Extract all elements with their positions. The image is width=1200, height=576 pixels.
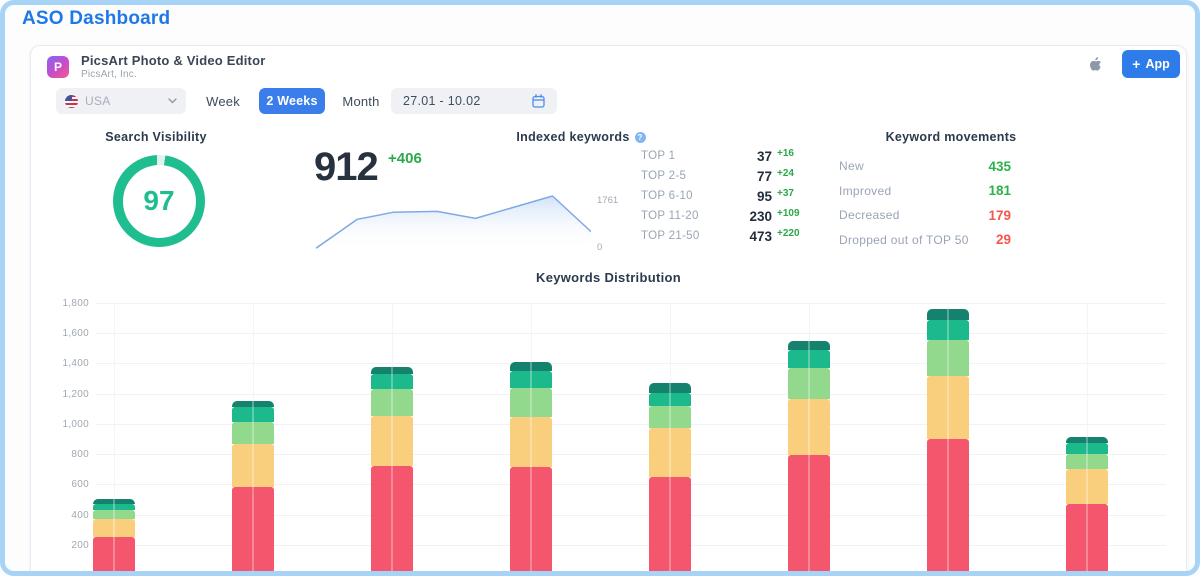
- movement-row: Improved181: [839, 179, 1011, 204]
- bar-centerline: [113, 499, 115, 575]
- movement-value: 29: [996, 232, 1011, 247]
- y-axis-tick: 400: [39, 510, 89, 521]
- bar-centerline: [530, 362, 532, 575]
- top-ranking-value: 95: [730, 189, 772, 204]
- y-axis-tick: 600: [39, 479, 89, 490]
- top-ranking-label: TOP 21-50: [641, 230, 730, 242]
- top-ranking-label: TOP 2-5: [641, 170, 730, 182]
- movement-value: 181: [988, 183, 1011, 198]
- y-axis-tick: 1,200: [39, 389, 89, 400]
- keywords-distribution-chart: 1,8001,6001,4001,2001,0008006004002000: [96, 303, 1166, 575]
- search-visibility-gauge: 97: [113, 155, 205, 247]
- top-rankings-list: TOP 137 +16 TOP 2-577 +24 TOP 6-1095 +37 TOP 1…: [641, 146, 817, 246]
- movement-label: Decreased: [839, 208, 988, 222]
- movement-row: Dropped out of TOP 5029: [839, 228, 1011, 253]
- top-ranking-row: TOP 137 +16: [641, 146, 817, 166]
- indexed-keywords-sparkline: [316, 194, 591, 252]
- indexed-keywords-value: 912: [314, 145, 378, 190]
- keyword-movements-title: Keyword movements: [821, 130, 1081, 144]
- app-publisher: PicsArt, Inc.: [81, 69, 137, 80]
- period-week[interactable]: Week: [191, 94, 255, 109]
- y-axis-tick: 200: [39, 540, 89, 551]
- gridline-h: [96, 333, 1166, 334]
- bar-centerline: [391, 367, 393, 575]
- bar-centerline: [1086, 437, 1088, 575]
- stacked-bar: [788, 341, 830, 575]
- stacked-bar: [927, 309, 969, 575]
- top-ranking-label: TOP 1: [641, 150, 730, 162]
- keywords-distribution-title: Keywords Distribution: [31, 270, 1186, 285]
- gridline-h: [96, 394, 1166, 395]
- y-axis-tick: 1,000: [39, 419, 89, 430]
- top-ranking-delta: +220: [777, 228, 817, 239]
- stacked-bar: [93, 499, 135, 575]
- period-month[interactable]: Month: [329, 94, 393, 109]
- add-app-label: App: [1145, 57, 1169, 71]
- top-ranking-row: TOP 21-50473 +220: [641, 226, 817, 246]
- top-ranking-value: 37: [730, 149, 772, 164]
- movement-value: 179: [988, 208, 1011, 223]
- app-name: PicsArt Photo & Video Editor: [81, 53, 266, 68]
- stacked-bar: [649, 383, 691, 575]
- top-ranking-value: 473: [730, 229, 772, 244]
- sparkline-min-label: 0: [597, 242, 631, 253]
- page-title: ASO Dashboard: [22, 8, 170, 30]
- bar-centerline: [252, 401, 254, 576]
- top-ranking-label: TOP 11-20: [641, 210, 730, 222]
- app-icon: P: [47, 56, 69, 78]
- movement-row: New435: [839, 154, 1011, 179]
- y-axis-tick: 0: [39, 570, 89, 576]
- stacked-bar: [371, 367, 413, 575]
- search-visibility-score: 97: [113, 155, 205, 247]
- period-toggle: Week 2 Weeks Month: [191, 88, 393, 114]
- top-ranking-value: 230: [730, 209, 772, 224]
- top-ranking-label: TOP 6-10: [641, 190, 730, 202]
- date-range-picker[interactable]: 27.01 - 10.02: [391, 88, 557, 114]
- period-2-weeks[interactable]: 2 Weeks: [259, 88, 325, 114]
- y-axis-tick: 800: [39, 449, 89, 460]
- top-ranking-delta: +24: [777, 168, 817, 179]
- gridline-h: [96, 303, 1166, 304]
- search-visibility-title: Search Visibility: [71, 130, 241, 144]
- usa-flag-icon: [65, 95, 78, 108]
- stacked-bar: [510, 362, 552, 575]
- top-ranking-delta: +109: [777, 208, 817, 219]
- stacked-bar: [232, 401, 274, 576]
- indexed-keywords-delta: +406: [388, 150, 422, 167]
- movement-label: Improved: [839, 184, 988, 198]
- y-axis-tick: 1,600: [39, 328, 89, 339]
- bar-centerline: [947, 309, 949, 575]
- indexed-keywords-title-text: Indexed keywords: [516, 130, 629, 144]
- top-ranking-row: TOP 2-577 +24: [641, 166, 817, 186]
- movement-label: New: [839, 159, 988, 173]
- stacked-bar: [1066, 437, 1108, 575]
- y-axis-tick: 1,400: [39, 358, 89, 369]
- calendar-icon: [532, 94, 545, 108]
- top-ranking-value: 77: [730, 169, 772, 184]
- country-select-value: USA: [85, 94, 168, 108]
- plus-icon: +: [1132, 57, 1140, 71]
- top-ranking-delta: +37: [777, 188, 817, 199]
- top-ranking-delta: +16: [777, 148, 817, 159]
- info-icon[interactable]: ?: [635, 132, 646, 143]
- bar-centerline: [808, 341, 810, 575]
- date-range-value: 27.01 - 10.02: [403, 94, 532, 108]
- bar-centerline: [669, 383, 671, 575]
- y-axis-tick: 1,800: [39, 298, 89, 309]
- dashboard-card: P PicsArt Photo & Video Editor PicsArt, …: [30, 45, 1187, 576]
- top-ranking-row: TOP 11-20230 +109: [641, 206, 817, 226]
- apple-icon: [1088, 57, 1102, 72]
- top-ranking-row: TOP 6-1095 +37: [641, 186, 817, 206]
- movement-value: 435: [988, 159, 1011, 174]
- movement-row: Decreased179: [839, 203, 1011, 228]
- country-select[interactable]: USA: [56, 88, 186, 114]
- indexed-keywords-title: Indexed keywords ?: [451, 130, 711, 144]
- keyword-movements-list: New435Improved181Decreased179Dropped out…: [839, 154, 1011, 252]
- gridline-h: [96, 363, 1166, 364]
- movement-label: Dropped out of TOP 50: [839, 233, 996, 247]
- sparkline-max-label: 1761: [597, 195, 631, 206]
- chevron-down-icon: [168, 98, 177, 104]
- add-app-button[interactable]: + App: [1122, 50, 1180, 78]
